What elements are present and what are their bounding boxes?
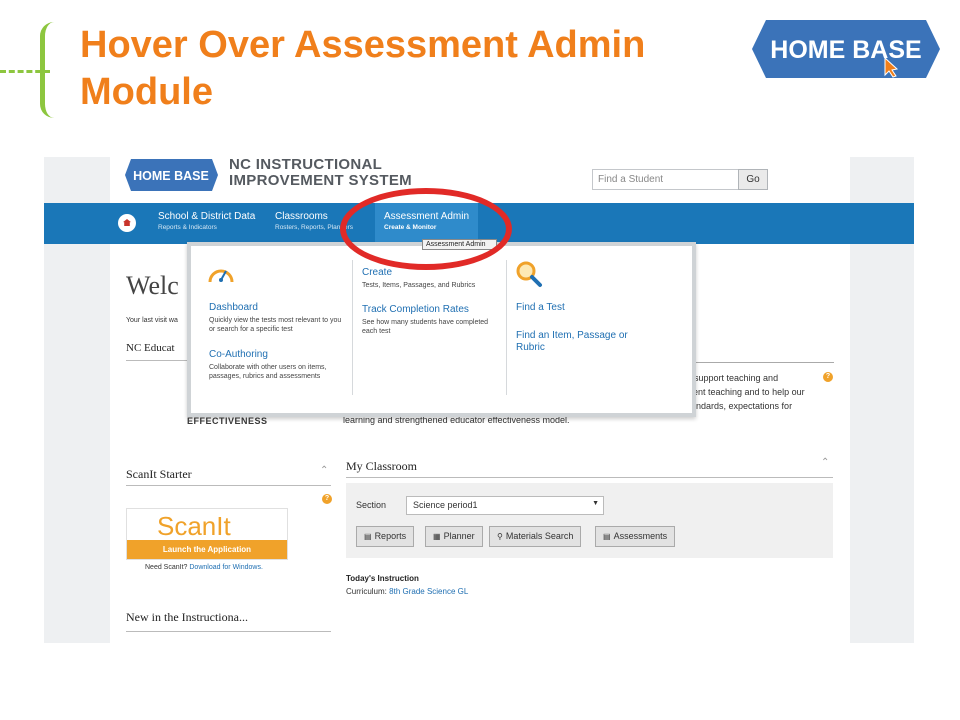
find-student-input[interactable]: Find a Student <box>592 169 740 190</box>
go-button[interactable]: Go <box>738 169 768 190</box>
home-base-logo: HOME BASE <box>752 20 940 78</box>
launch-application-label: Launch the Application <box>127 540 287 559</box>
track-completion-description: See how many students have completed eac… <box>362 319 489 335</box>
nav-item-title: School & District Data <box>158 211 256 222</box>
nc-educator-heading: NC Educat <box>126 342 175 354</box>
my-classroom-heading: My Classroom <box>346 459 418 473</box>
home-icon[interactable] <box>118 214 136 232</box>
co-authoring-description: Collaborate with other users on items, p… <box>209 364 327 380</box>
help-icon[interactable]: ? <box>823 372 833 382</box>
dropdown-caret-icon: ▼ <box>592 500 599 507</box>
divider <box>691 362 834 363</box>
list-icon: ▤ <box>603 532 611 541</box>
track-completion-rates-link[interactable]: Track Completion Rates <box>362 304 469 316</box>
svg-text:HOME BASE: HOME BASE <box>133 169 209 183</box>
effectiveness-label: EFFECTIVENESS <box>187 416 268 426</box>
intro-line: to support teaching and <box>684 373 779 383</box>
button-label: Assessments <box>613 531 668 541</box>
column-divider <box>506 260 507 395</box>
download-for-windows-link[interactable]: Download for Windows. <box>189 564 263 571</box>
assessments-button[interactable]: ▤ Assessments <box>595 526 676 547</box>
bar-chart-icon: ▤ <box>364 532 372 541</box>
portal-logo[interactable]: HOME BASE <box>125 159 218 191</box>
slide-title: Hover Over Assessment Admin Module <box>80 24 646 113</box>
slide: Hover Over Assessment Admin Module HOME … <box>0 0 960 720</box>
collapse-chevron-icon[interactable]: ⌃ <box>821 457 829 468</box>
planner-button[interactable]: ▦ Planner <box>425 526 483 547</box>
svg-text:HOME BASE: HOME BASE <box>770 36 921 64</box>
divider <box>126 631 331 632</box>
system-name-line1: NC INSTRUCTIONAL <box>229 157 383 173</box>
divider <box>126 485 331 486</box>
calendar-icon: ▦ <box>433 532 441 541</box>
highlight-ellipse <box>340 188 512 270</box>
divider <box>346 477 833 478</box>
section-select[interactable]: Science period1 ▼ <box>406 496 604 515</box>
magnifier-icon <box>516 261 542 287</box>
help-icon[interactable]: ? <box>322 494 332 504</box>
curriculum-link[interactable]: 8th Grade Science GL <box>389 587 468 596</box>
scanit-starter-heading: ScanIt Starter <box>126 467 192 481</box>
curriculum-line: Curriculum: 8th Grade Science GL <box>346 587 468 596</box>
materials-search-button[interactable]: ⚲ Materials Search <box>489 526 582 547</box>
dashboard-gauge-icon <box>208 269 234 283</box>
create-description: Tests, Items, Passages, and Rubrics <box>362 282 476 289</box>
collapse-chevron-icon[interactable]: ⌃ <box>320 465 328 476</box>
co-authoring-link[interactable]: Co-Authoring <box>209 349 268 361</box>
nav-item-subtitle: Reports & Indicators <box>158 224 217 231</box>
dashboard-description: Quickly view the tests most relevant to … <box>209 317 342 333</box>
intro-line: standards, expectations for <box>684 401 793 411</box>
search-icon: ⚲ <box>497 532 503 541</box>
dashboard-link[interactable]: Dashboard <box>209 302 258 314</box>
need-scanit-label: Need ScanIt? <box>145 564 188 571</box>
column-divider <box>352 260 353 395</box>
button-label: Reports <box>374 531 407 541</box>
my-classroom-panel: Section Science period1 ▼ ▤ Reports ▦ Plan… <box>346 483 833 558</box>
intro-line: ellent teaching and to help our <box>684 387 805 397</box>
button-label: Planner <box>443 531 475 541</box>
todays-instruction-heading: Today's Instruction <box>346 574 419 583</box>
button-label: Materials Search <box>505 531 574 541</box>
section-label: Section <box>356 500 387 510</box>
new-in-instructional-heading: New in the Instructiona... <box>126 610 248 624</box>
find-item-passage-rubric-link[interactable]: Find an Item, Passage or Rubric <box>516 330 656 354</box>
scanit-launch-button[interactable]: ScanIt Launch the Application <box>126 508 288 560</box>
welcome-heading: Welc <box>126 271 179 300</box>
system-name: NC INSTRUCTIONAL IMPROVEMENT SYSTEM <box>229 157 412 189</box>
section-select-value: Science period1 <box>413 500 478 510</box>
nav-school-district-data[interactable]: School & District Data Reports & Indicat… <box>158 210 255 233</box>
reports-button[interactable]: ▤ Reports <box>356 526 415 547</box>
last-visit-text: Your last visit wa <box>126 317 178 324</box>
need-scanit-text: Need ScanIt? Download for Windows. <box>145 564 263 571</box>
decorative-bracket <box>40 22 54 118</box>
system-name-line2: IMPROVEMENT SYSTEM <box>229 172 412 189</box>
create-link[interactable]: Create <box>362 267 392 279</box>
curriculum-label: Curriculum: <box>346 587 387 596</box>
scanit-logo: ScanIt <box>157 511 231 541</box>
find-a-test-link[interactable]: Find a Test <box>516 302 565 314</box>
